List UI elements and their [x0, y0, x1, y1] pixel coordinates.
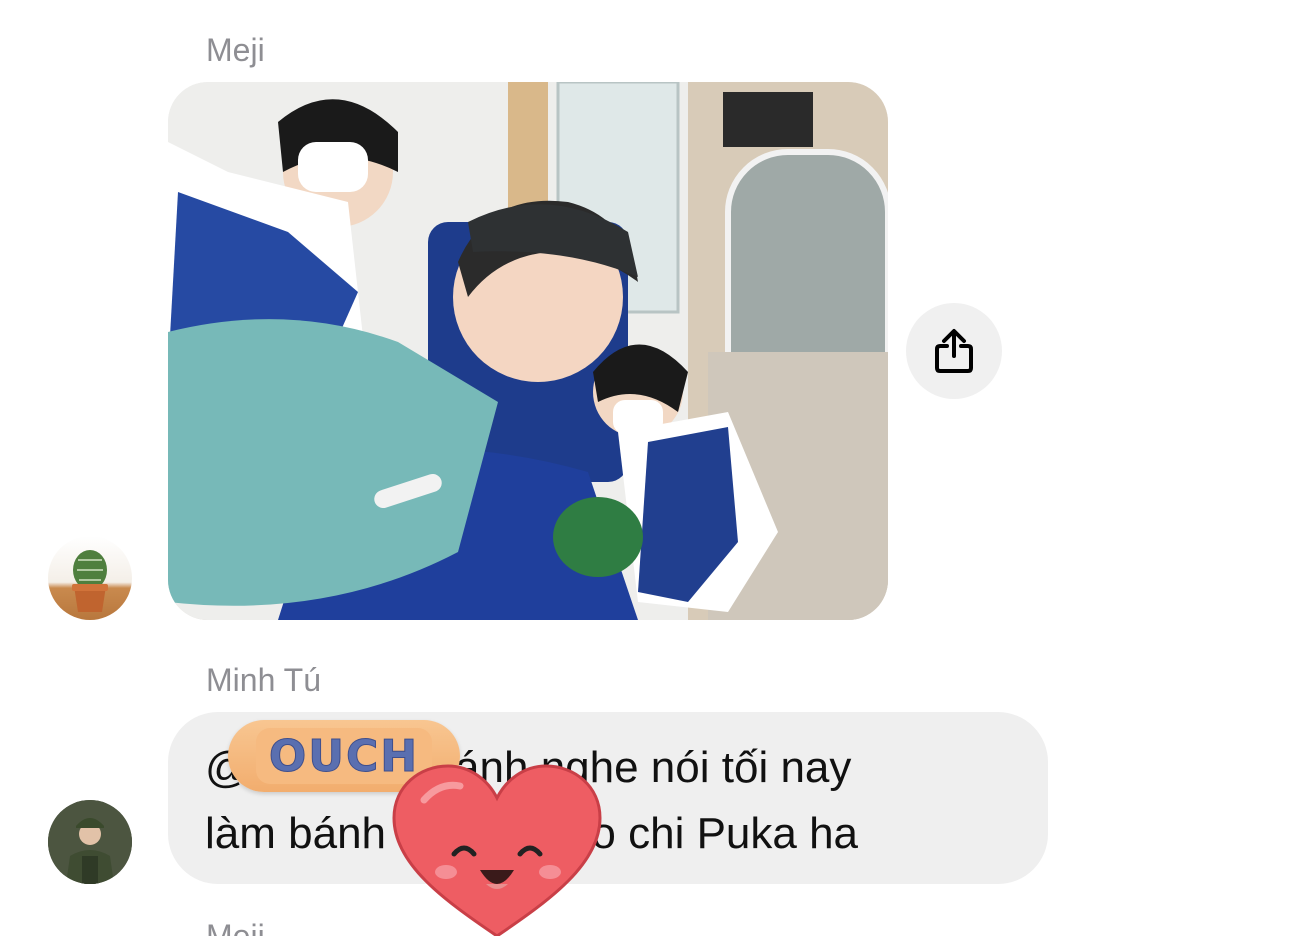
avatar[interactable] [48, 800, 132, 884]
selfie-photo [168, 82, 888, 620]
sender-name: Minh Tú [206, 662, 322, 698]
message-photo[interactable] [168, 82, 888, 620]
sender-name: Meji [206, 918, 265, 936]
heart-smile-icon [392, 764, 602, 936]
sender-name: Meji [206, 32, 265, 68]
soldier-avatar [48, 800, 132, 884]
avatar[interactable] [48, 536, 132, 620]
heart-sticker [384, 760, 610, 936]
share-button[interactable] [906, 303, 1002, 399]
cactus-avatar [72, 550, 108, 612]
share-icon [935, 329, 973, 373]
